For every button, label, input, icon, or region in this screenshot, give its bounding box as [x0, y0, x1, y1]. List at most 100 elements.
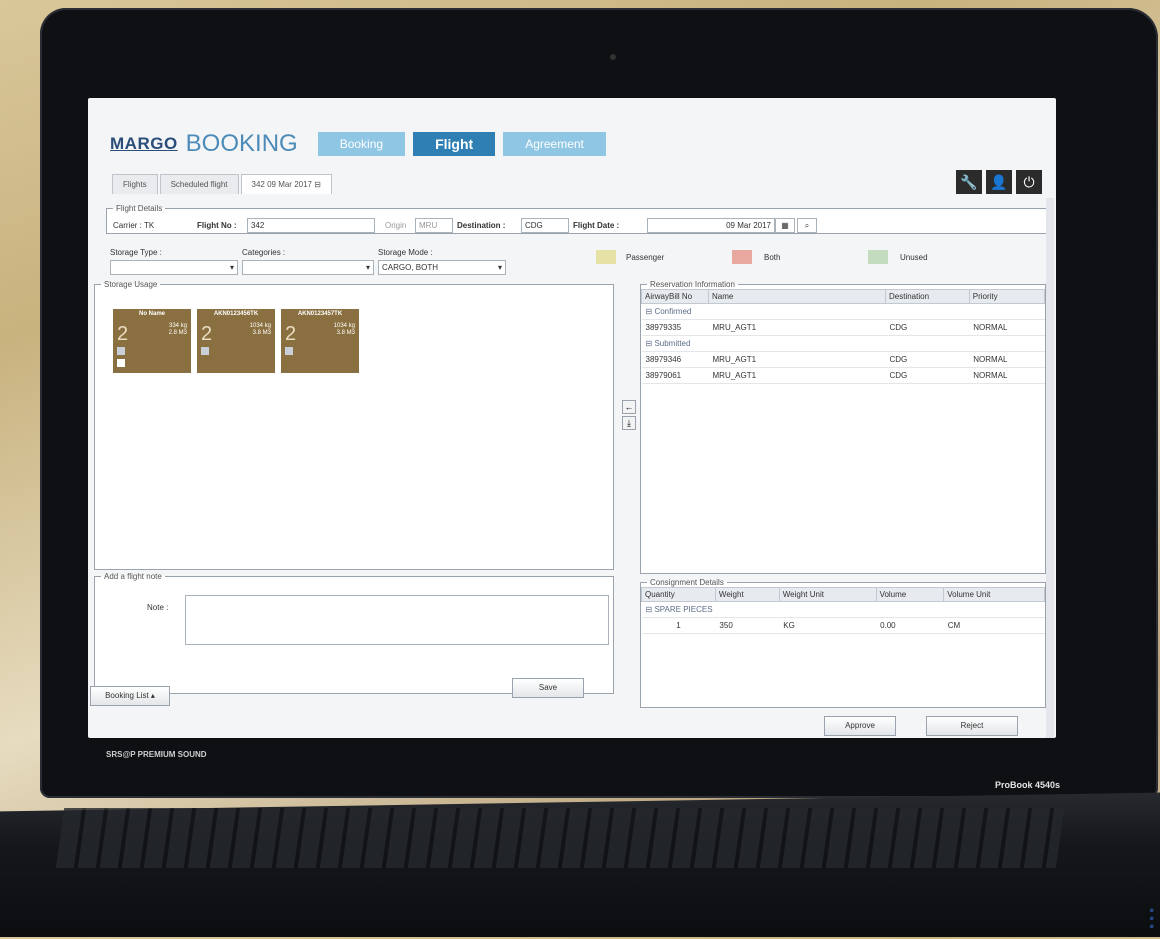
consignment-panel: Consignment Details Quantity Weight Weig… — [640, 578, 1046, 708]
destination-cell: CDG — [885, 319, 970, 336]
group-row-spare-pieces[interactable]: ⊟ SPARE PIECES — [641, 601, 1045, 618]
storage-mode-label: Storage Mode : — [378, 248, 433, 257]
collapse-icon[interactable]: ⊟ — [646, 339, 653, 348]
volume-cell: 0.00 — [876, 617, 944, 634]
card-count: 2 — [201, 323, 213, 345]
group-row-submitted[interactable]: ⊟ Submitted — [641, 335, 1045, 352]
logo-booking: BOOKING — [185, 130, 298, 157]
card-weight: 334 kg 2.8 M3 — [169, 323, 187, 337]
priority-cell: NORMAL — [969, 319, 1045, 336]
flight-details-panel: Flight Details Carrier : TK Flight No : … — [106, 204, 1048, 234]
flight-no-label: Flight No : — [197, 221, 237, 230]
approve-button[interactable]: Approve — [824, 716, 896, 736]
col-name[interactable]: Name — [708, 289, 886, 304]
tab-scheduled-flight[interactable]: Scheduled flight — [159, 174, 239, 194]
search-icon[interactable]: ⌕ — [797, 218, 817, 233]
user-icon[interactable]: 👤 — [986, 170, 1012, 194]
bezel-brand-label: SRS@P PREMIUM SOUND — [106, 750, 207, 759]
nav-booking[interactable]: Booking — [317, 132, 406, 156]
chevron-down-icon: ▾ — [497, 263, 502, 272]
passenger-swatch — [596, 250, 616, 264]
storage-usage-legend: Storage Usage — [104, 280, 158, 289]
col-volume-unit[interactable]: Volume Unit — [943, 587, 1045, 602]
categories-select[interactable]: ▾ — [242, 260, 374, 275]
col-volume[interactable]: Volume — [875, 587, 945, 602]
quantity-cell: 1 — [641, 617, 716, 634]
storage-card[interactable]: No Name 2 334 kg 2.8 M3 — [113, 309, 191, 373]
reservation-legend: Reservation Information — [650, 280, 735, 289]
tab-flight-342[interactable]: 342 09 Mar 2017 ⊟ — [240, 174, 332, 194]
top-nav: Booking Flight Agreement — [317, 132, 606, 156]
destination-label: Destination : — [457, 221, 506, 230]
table-row[interactable]: 38979346 MRU_AGT1 CDG NORMAL — [641, 351, 1045, 368]
flight-date-field[interactable]: 09 Mar 2017 — [647, 218, 775, 233]
storage-mode-value: CARGO, BOTH — [382, 263, 439, 272]
awb-cell: 38979335 — [641, 319, 709, 336]
card-count: 2 — [117, 323, 129, 345]
storage-mode-select[interactable]: CARGO, BOTH ▾ — [378, 260, 506, 275]
nav-agreement[interactable]: Agreement — [503, 132, 606, 156]
chevron-down-icon: ▾ — [229, 263, 234, 272]
wrench-icon[interactable]: 🔧 — [956, 170, 982, 194]
toolbar: 🔧 👤 ⏻ — [956, 170, 1042, 194]
table-row[interactable]: 38979061 MRU_AGT1 CDG NORMAL — [641, 367, 1045, 384]
tab-flight-342-label: 342 09 Mar 2017 — [251, 180, 313, 189]
collapse-icon[interactable]: ⊟ — [646, 307, 653, 316]
col-quantity[interactable]: Quantity — [641, 587, 716, 602]
booking-list-button[interactable]: Booking List ▴ — [90, 686, 170, 706]
group-label: SPARE PIECES — [654, 605, 713, 614]
priority-cell: NORMAL — [969, 367, 1045, 384]
close-icon[interactable]: ⊟ — [314, 180, 321, 189]
app-screen: MARGO BOOKING Booking Flight Agreement 🔧… — [88, 98, 1056, 738]
card-volume-value: 3.8 M3 — [336, 330, 355, 336]
card-title: No Name — [138, 311, 165, 317]
reservation-header-row: AirwayBill No Name Destination Priority — [641, 289, 1046, 304]
storage-type-select[interactable]: ▾ — [110, 260, 238, 275]
app-header: MARGO BOOKING Booking Flight Agreement — [110, 124, 606, 164]
destination-field[interactable]: CDG — [521, 218, 569, 233]
calendar-icon[interactable]: ▦ — [775, 218, 795, 233]
name-cell: MRU_AGT1 — [708, 319, 886, 336]
more-dots-icon: · · · — [1148, 898, 1156, 939]
name-cell: MRU_AGT1 — [708, 351, 886, 368]
move-bottom-arrow-icon[interactable]: ⤓ — [622, 416, 636, 430]
tab-flights[interactable]: Flights — [112, 174, 158, 194]
note-textarea[interactable] — [185, 595, 609, 645]
origin-label: Origin — [385, 221, 407, 230]
flight-note-legend: Add a flight note — [104, 572, 162, 581]
destination-cell: CDG — [885, 367, 970, 384]
booking-list-label: Booking List — [105, 691, 149, 700]
group-label: Submitted — [654, 339, 691, 348]
reservation-panel: Reservation Information AirwayBill No Na… — [640, 280, 1046, 574]
vertical-scrollbar[interactable] — [1046, 198, 1054, 738]
nav-flight[interactable]: Flight — [413, 132, 496, 156]
group-row-confirmed[interactable]: ⊟ Confirmed — [641, 303, 1045, 320]
group-label: Confirmed — [654, 307, 692, 316]
card-check-icon[interactable] — [117, 359, 125, 367]
col-awb[interactable]: AirwayBill No — [641, 289, 709, 304]
both-swatch — [732, 250, 752, 264]
card-icon — [117, 347, 125, 355]
destination-cell: CDG — [885, 351, 970, 368]
table-row[interactable]: 38979335 MRU_AGT1 CDG NORMAL — [641, 319, 1045, 336]
col-weight-unit[interactable]: Weight Unit — [778, 587, 877, 602]
table-row[interactable]: 1 350 KG 0.00 CM — [641, 617, 1045, 634]
storage-card[interactable]: AKN0123456TK 2 1034 kg 3.8 M3 — [197, 309, 275, 373]
save-button[interactable]: Save — [512, 678, 584, 698]
col-priority[interactable]: Priority — [968, 289, 1046, 304]
reject-button[interactable]: Reject — [926, 716, 1018, 736]
flight-no-field[interactable]: 342 — [247, 218, 375, 233]
card-weight-value: 1034 kg — [333, 323, 355, 329]
power-icon[interactable]: ⏻ — [1016, 170, 1042, 194]
origin-field: MRU — [415, 218, 453, 233]
col-destination[interactable]: Destination — [885, 289, 970, 304]
card-icon — [285, 347, 293, 355]
move-left-arrow-icon[interactable]: ← — [622, 400, 636, 414]
collapse-icon[interactable]: ⊟ — [646, 605, 653, 614]
chevron-down-icon: ▾ — [365, 263, 370, 272]
card-icon — [201, 347, 209, 355]
storage-usage-panel: Storage Usage No Name 2 334 kg 2.8 M3 AKN… — [94, 280, 614, 570]
note-label: Note : — [147, 603, 169, 612]
storage-card[interactable]: AKN0123457TK 2 1034 kg 3.8 M3 — [281, 309, 359, 373]
col-weight[interactable]: Weight — [714, 587, 780, 602]
